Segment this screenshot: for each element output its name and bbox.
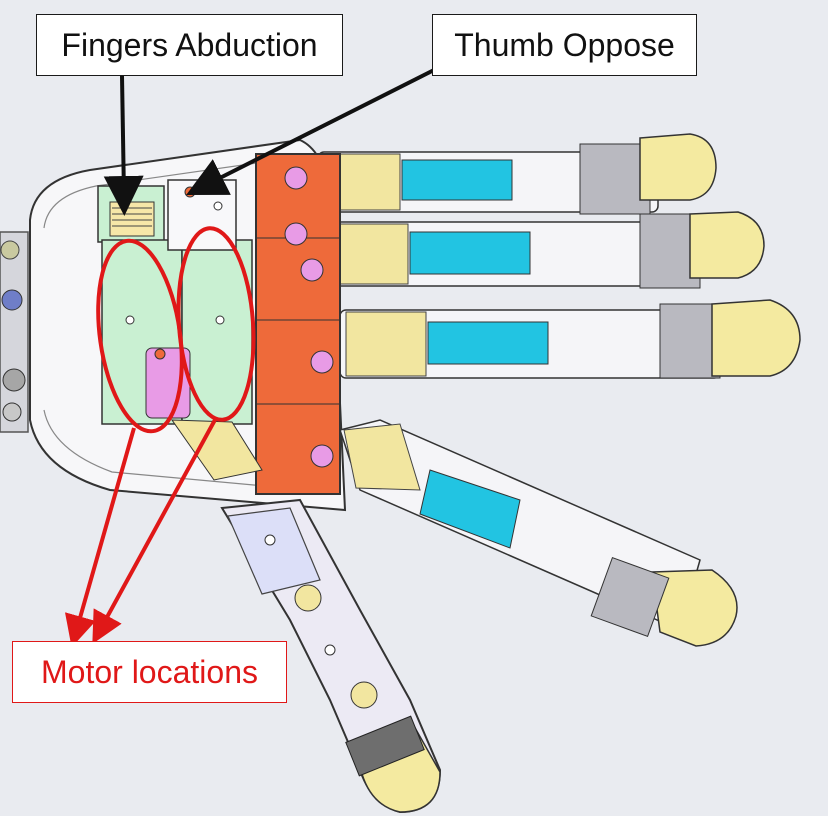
hand-diagram: Fingers Abduction Thumb Oppose Motor loc…: [0, 0, 828, 816]
fingers-abduction-arrow: [103, 75, 144, 216]
fingers-abduction-label: Fingers Abduction: [36, 14, 343, 76]
finger-index: [317, 133, 717, 215]
finger-little: [339, 419, 738, 647]
finger-ring: [339, 299, 801, 379]
knuckle-block: [255, 153, 341, 495]
wrist-connector: [0, 231, 29, 433]
thumb-oppose-label: Thumb Oppose: [432, 14, 697, 76]
motor-locations-label: Motor locations: [12, 641, 287, 703]
finger-middle: [329, 211, 765, 289]
